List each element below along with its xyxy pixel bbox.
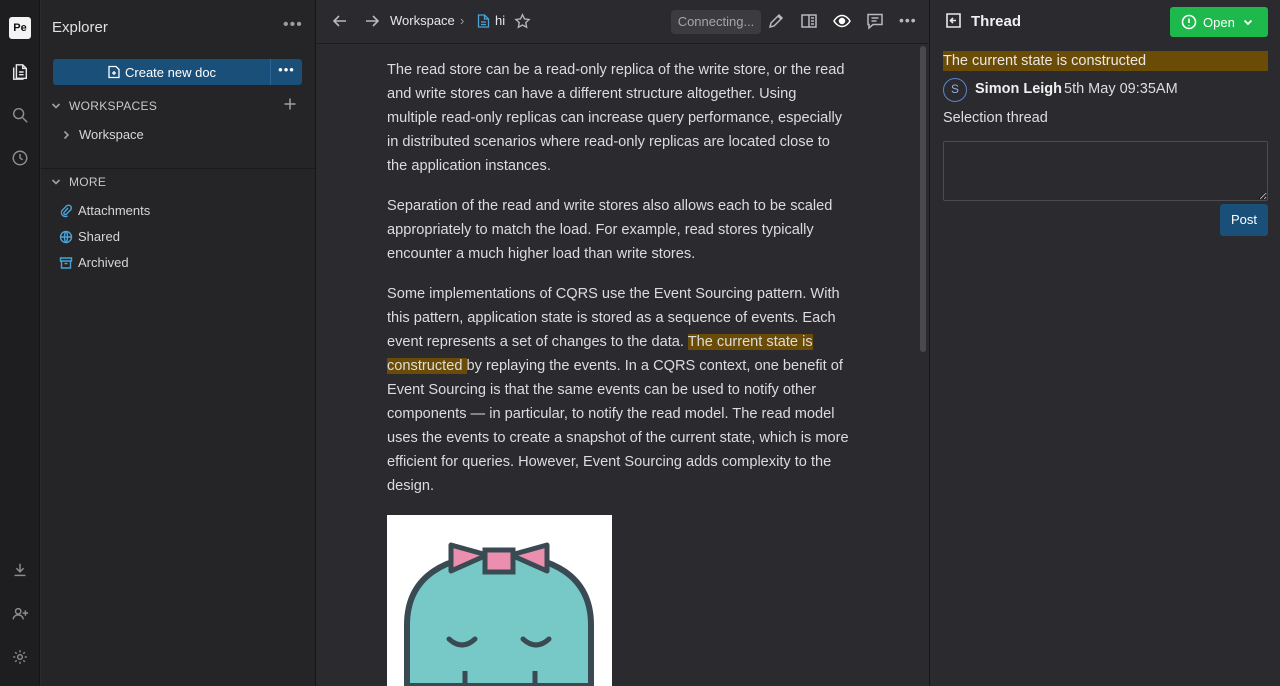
search-icon[interactable] (8, 103, 32, 127)
collapse-panel-icon[interactable] (945, 12, 963, 30)
editor-scrollbar[interactable] (920, 46, 926, 352)
back-arrow-icon[interactable] (331, 12, 351, 32)
thread-status-label: Open (1203, 15, 1235, 30)
chevron-right-icon (61, 130, 71, 140)
post-button[interactable]: Post (1220, 204, 1268, 236)
workspace-label: Workspace (79, 127, 144, 142)
app-rail: Pe (0, 0, 40, 686)
archive-icon (59, 256, 73, 270)
thread-status-button[interactable]: Open (1170, 7, 1268, 37)
document-body[interactable]: The read store can be a read-only replic… (387, 58, 849, 514)
chevron-down-icon (51, 177, 61, 187)
explorer-panel: Explorer ••• Create new doc ••• WORKSPAC… (41, 0, 316, 686)
text-run: by replaying the events. In a CQRS conte… (387, 358, 849, 494)
paragraph: Separation of the read and write stores … (387, 198, 833, 262)
more-section-toggle[interactable]: MORE (51, 175, 106, 189)
paragraph: The read store can be a read-only replic… (387, 62, 845, 174)
connection-status-badge: Connecting... (671, 10, 761, 34)
quoted-selection: The current state is constructed (943, 51, 1268, 71)
archived-item[interactable]: Archived (59, 255, 129, 270)
shared-label: Shared (78, 229, 120, 244)
explorer-title: Explorer (52, 19, 108, 36)
section-divider (41, 168, 315, 169)
workspaces-header: WORKSPACES (69, 99, 158, 113)
documents-icon[interactable] (8, 60, 32, 84)
history-icon[interactable] (8, 146, 32, 170)
app-logo[interactable]: Pe (9, 17, 31, 39)
chevron-down-icon (1242, 16, 1254, 28)
workspaces-section-toggle[interactable]: WORKSPACES (51, 99, 157, 113)
more-header: MORE (69, 175, 107, 189)
avatar: S (943, 78, 967, 102)
create-options-icon[interactable]: ••• (270, 59, 302, 85)
breadcrumb-separator: › (460, 13, 465, 28)
chevron-down-icon (51, 101, 61, 111)
forward-arrow-icon[interactable] (363, 12, 383, 32)
archived-label: Archived (78, 255, 129, 270)
document-editor: Workspace › hi Connecting... ••• The rea… (317, 0, 930, 686)
more-options-icon[interactable]: ••• (899, 12, 919, 32)
attachments-label: Attachments (78, 203, 151, 218)
comment-message: Selection thread (943, 110, 1048, 126)
breadcrumb-document[interactable]: hi (495, 13, 505, 28)
add-workspace-icon[interactable] (283, 97, 297, 111)
create-new-doc-label: Create new doc (125, 65, 217, 80)
breadcrumb-workspace[interactable]: Workspace (390, 13, 455, 28)
comment-timestamp: 5th May 09:35AM (1064, 81, 1178, 97)
eye-icon[interactable] (833, 12, 853, 32)
new-doc-icon (107, 65, 121, 79)
comments-icon[interactable] (866, 12, 886, 32)
explorer-more-icon[interactable]: ••• (283, 17, 302, 36)
star-icon[interactable] (514, 13, 532, 31)
pencil-icon[interactable] (767, 12, 787, 32)
paperclip-icon (59, 203, 73, 218)
comment-author: Simon Leigh (975, 81, 1062, 97)
document-icon (477, 14, 491, 28)
thread-title: Thread (971, 13, 1022, 30)
editor-toolbar: Workspace › hi Connecting... ••• (317, 0, 930, 44)
download-icon[interactable] (8, 558, 32, 582)
reply-input[interactable] (943, 141, 1268, 201)
alert-circle-icon (1181, 14, 1197, 30)
paragraph: Some implementations of CQRS use the Eve… (387, 282, 849, 498)
thread-panel: Thread Open The current state is constru… (931, 0, 1280, 686)
workspace-tree-item[interactable]: Workspace (61, 127, 144, 142)
ghost-illustration (387, 515, 612, 686)
embedded-image[interactable] (387, 515, 612, 686)
attachments-item[interactable]: Attachments (59, 203, 150, 218)
settings-icon[interactable] (8, 645, 32, 669)
shared-item[interactable]: Shared (59, 229, 120, 244)
split-view-icon[interactable] (800, 12, 820, 32)
create-new-doc-button[interactable]: Create new doc ••• (53, 59, 302, 85)
globe-icon (59, 230, 73, 244)
invite-people-icon[interactable] (8, 602, 32, 626)
